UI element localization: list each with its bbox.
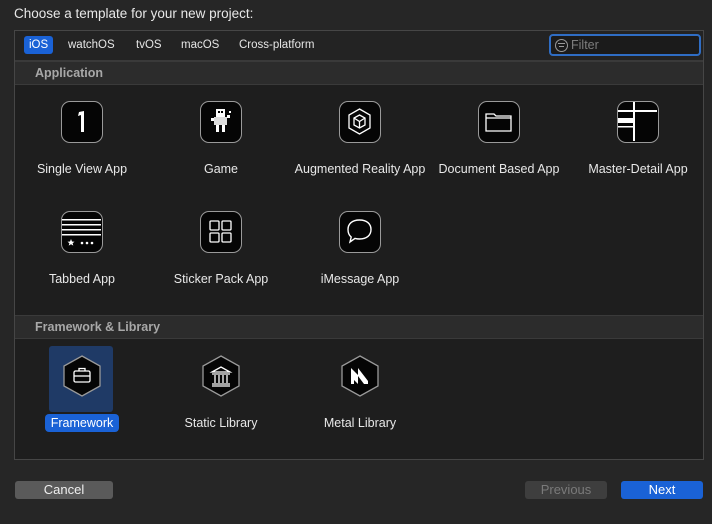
template-label: Game xyxy=(203,162,239,176)
game-icon xyxy=(200,101,242,143)
template-imessage-app[interactable]: iMessage App xyxy=(291,211,429,316)
template-label: Master-Detail App xyxy=(588,162,688,176)
template-metal-library[interactable]: Metal Library xyxy=(291,355,429,459)
previous-button[interactable]: Previous xyxy=(525,481,607,499)
template-label: Document Based App xyxy=(438,162,560,176)
section-title: Application xyxy=(35,66,104,80)
template-label: Sticker Pack App xyxy=(173,272,269,286)
template-label: Metal Library xyxy=(323,416,397,430)
template-game[interactable]: Game xyxy=(152,101,290,206)
framework-icon xyxy=(63,355,101,397)
tab-cross-platform[interactable]: Cross-platform xyxy=(234,36,319,54)
template-framework[interactable]: Framework xyxy=(15,355,151,459)
template-label: Framework xyxy=(15,414,151,432)
template-panel: iOS watchOS tvOS macOS Cross-platform Ap… xyxy=(14,30,704,460)
dialog-title: Choose a template for your new project: xyxy=(14,6,254,21)
tabbed-app-icon xyxy=(61,211,103,253)
template-sticker-pack-app[interactable]: Sticker Pack App xyxy=(152,211,290,316)
sticker-pack-icon xyxy=(200,211,242,253)
section-header-application: Application xyxy=(15,61,703,85)
filter-icon xyxy=(555,39,568,52)
platform-tab-bar: iOS watchOS tvOS macOS Cross-platform xyxy=(15,31,703,61)
section-title: Framework & Library xyxy=(35,320,161,334)
augmented-reality-icon xyxy=(339,101,381,143)
static-library-icon xyxy=(202,355,240,397)
template-master-detail-app[interactable]: Master-Detail App xyxy=(569,101,703,206)
cancel-button[interactable]: Cancel xyxy=(15,481,113,499)
template-label: Augmented Reality App xyxy=(294,162,426,176)
filter-input[interactable] xyxy=(571,37,695,53)
tab-watchos[interactable]: watchOS xyxy=(63,36,120,54)
selected-label: Framework xyxy=(44,414,120,432)
tab-tvos[interactable]: tvOS xyxy=(131,36,167,54)
single-view-app-icon xyxy=(61,101,103,143)
template-label: Static Library xyxy=(184,416,258,430)
template-label: Tabbed App xyxy=(48,272,116,286)
section-header-framework-library: Framework & Library xyxy=(15,315,703,339)
template-label: Single View App xyxy=(36,162,128,176)
template-document-based-app[interactable]: Document Based App xyxy=(430,101,568,206)
imessage-icon xyxy=(339,211,381,253)
template-static-library[interactable]: Static Library xyxy=(152,355,290,459)
template-single-view-app[interactable]: Single View App xyxy=(15,101,151,206)
document-icon xyxy=(478,101,520,143)
filter-field[interactable] xyxy=(549,34,701,56)
next-button[interactable]: Next xyxy=(621,481,703,499)
metal-library-icon xyxy=(341,355,379,397)
template-label: iMessage App xyxy=(320,272,400,286)
template-augmented-reality-app[interactable]: Augmented Reality App xyxy=(291,101,429,206)
master-detail-icon xyxy=(617,101,659,143)
tab-macos[interactable]: macOS xyxy=(176,36,224,54)
template-tabbed-app[interactable]: Tabbed App xyxy=(15,211,151,316)
tab-ios[interactable]: iOS xyxy=(24,36,54,54)
